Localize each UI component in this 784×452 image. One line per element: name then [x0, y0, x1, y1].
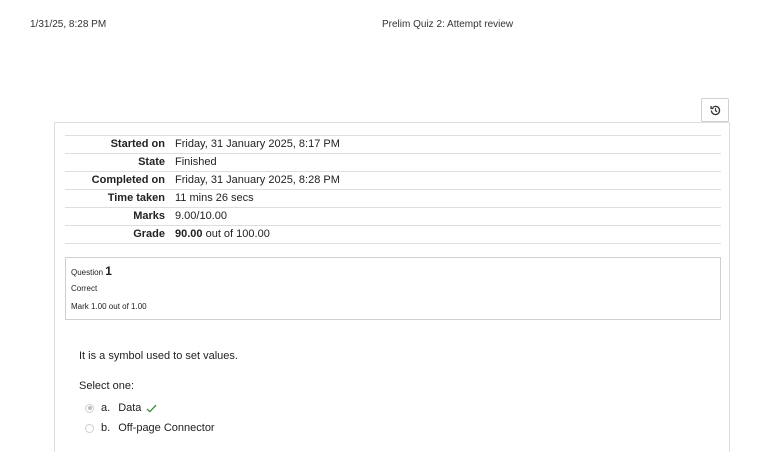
answer-option-a: a. Data	[85, 402, 157, 414]
summary-label: Time taken	[107, 192, 165, 204]
attempt-summary-table: Started on Friday, 31 January 2025, 8:17…	[65, 135, 721, 244]
answer-letter: b.	[101, 422, 111, 434]
summary-value: 11 mins 26 secs	[175, 192, 254, 204]
summary-row-time-taken: Time taken 11 mins 26 secs	[65, 189, 721, 208]
history-button[interactable]	[701, 98, 729, 122]
summary-value: 9.00/10.00	[175, 210, 227, 222]
summary-label: Marks	[133, 210, 165, 222]
answer-text: Data	[118, 402, 142, 414]
grade-value: 90.00	[175, 228, 203, 240]
question-prompt: Select one:	[79, 380, 135, 392]
answer-radio[interactable]	[85, 423, 94, 433]
print-header: 1/31/25, 8:28 PM Prelim Quiz 2: Attempt …	[0, 19, 784, 33]
print-title: Prelim Quiz 2: Attempt review	[382, 19, 514, 30]
print-date: 1/31/25, 8:28 PM	[30, 19, 107, 30]
summary-label: Grade	[133, 228, 165, 240]
question-text: It is a symbol used to set values.	[79, 350, 238, 362]
summary-row-completed: Completed on Friday, 31 January 2025, 8:…	[65, 171, 721, 190]
summary-row-state: State Finished	[65, 153, 721, 172]
summary-label: State	[138, 156, 165, 168]
question-number: Question 1	[71, 264, 112, 278]
question-state: Correct	[71, 284, 98, 293]
summary-value: Friday, 31 January 2025, 8:17 PM	[175, 138, 340, 150]
attempt-review-panel: Started on Friday, 31 January 2025, 8:17…	[54, 122, 730, 452]
question-number-label: Question	[71, 268, 106, 277]
question-grade: Mark 1.00 out of 1.00	[71, 302, 147, 311]
summary-row-grade: Grade 90.00 out of 100.00	[65, 225, 721, 244]
summary-value: Friday, 31 January 2025, 8:28 PM	[175, 174, 340, 186]
summary-value: Finished	[175, 156, 217, 168]
summary-label: Completed on	[91, 174, 165, 186]
summary-label: Started on	[110, 138, 165, 150]
check-icon	[147, 404, 157, 413]
summary-value: 90.00 out of 100.00	[175, 226, 721, 244]
answer-text: Off-page Connector	[118, 422, 215, 434]
summary-row-marks: Marks 9.00/10.00	[65, 207, 721, 226]
summary-row-started: Started on Friday, 31 January 2025, 8:17…	[65, 135, 721, 154]
answer-letter: a.	[101, 402, 111, 414]
answer-option-b: b. Off-page Connector	[85, 422, 215, 434]
grade-suffix: out of 100.00	[202, 228, 270, 240]
question-info-box: Question 1 Correct Mark 1.00 out of 1.00	[65, 257, 721, 320]
question-number-value: 1	[105, 264, 112, 278]
answer-radio[interactable]	[85, 403, 94, 413]
history-icon	[709, 105, 720, 115]
